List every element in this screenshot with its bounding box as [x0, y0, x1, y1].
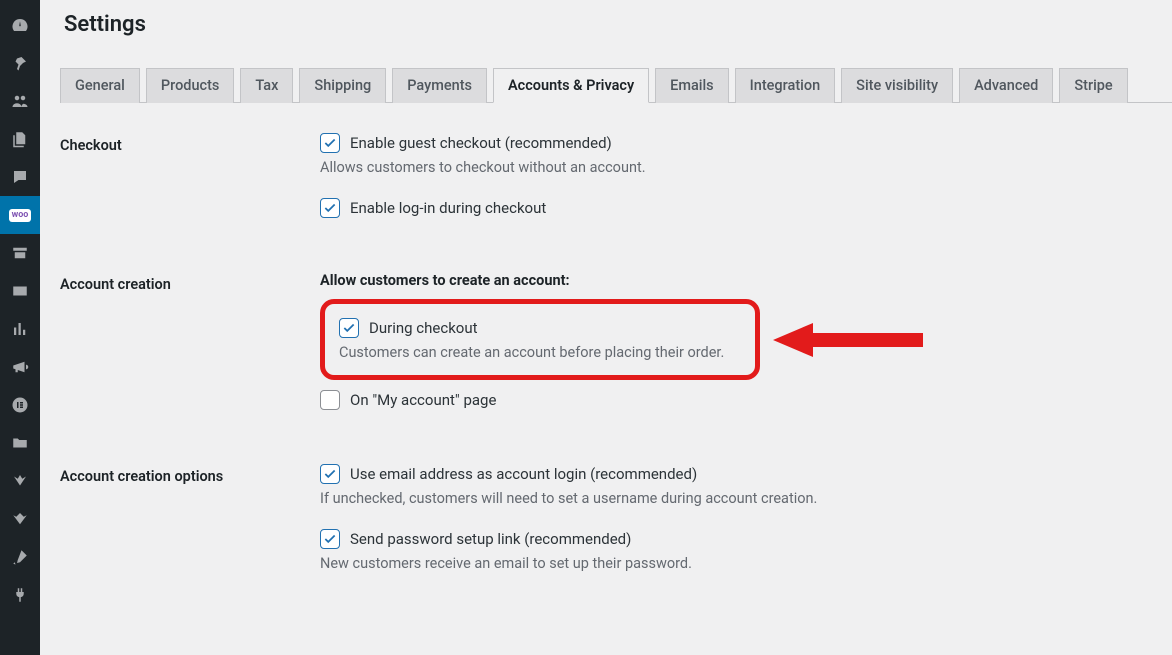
- annotation-arrow-icon: [773, 315, 923, 365]
- during-checkout-label-text: During checkout: [369, 319, 478, 337]
- guest-checkout-desc: Allows customers to checkout without an …: [320, 159, 1172, 176]
- account-creation-heading: Allow customers to create an account:: [320, 272, 1172, 289]
- tab-advanced[interactable]: Advanced: [959, 68, 1053, 103]
- sidebar-item-elementor[interactable]: [0, 386, 40, 424]
- guest-checkout-option[interactable]: Enable guest checkout (recommended): [320, 133, 1172, 153]
- tab-products[interactable]: Products: [146, 68, 235, 103]
- account-creation-label: Account creation: [60, 272, 320, 293]
- login-checkout-option[interactable]: Enable log-in during checkout: [320, 198, 1172, 218]
- tab-payments[interactable]: Payments: [392, 68, 487, 103]
- bars-icon: [11, 320, 29, 338]
- sidebar-item-pin[interactable]: [0, 44, 40, 82]
- sidebar-item-dashboard[interactable]: [0, 6, 40, 44]
- elementor-icon: [11, 396, 29, 414]
- check-icon: [323, 467, 337, 481]
- pin-icon: [11, 54, 29, 72]
- tab-accounts[interactable]: Accounts & Privacy: [493, 68, 649, 103]
- check-icon: [323, 136, 337, 150]
- sidebar-item-theme2[interactable]: [0, 500, 40, 538]
- check-icon: [342, 321, 356, 335]
- password-link-label-text: Send password setup link (recommended): [350, 530, 631, 548]
- email-login-checkbox[interactable]: [320, 464, 340, 484]
- archive-icon: [11, 244, 29, 262]
- wp-theme2-icon: [11, 510, 29, 528]
- sidebar-item-folder[interactable]: [0, 424, 40, 462]
- tab-tax[interactable]: Tax: [240, 68, 293, 103]
- settings-tabs: General Products Tax Shipping Payments A…: [60, 67, 1172, 103]
- during-checkout-desc: Customers can create an account before p…: [339, 344, 737, 361]
- email-login-label-text: Use email address as account login (reco…: [350, 465, 697, 483]
- my-account-label-text: On "My account" page: [350, 391, 496, 409]
- checkout-label: Checkout: [60, 133, 320, 154]
- sidebar-item-appearance[interactable]: [0, 538, 40, 576]
- annotation-highlight: During checkout Customers can create an …: [320, 299, 760, 380]
- tab-integration[interactable]: Integration: [735, 68, 836, 103]
- tab-visibility[interactable]: Site visibility: [841, 68, 953, 103]
- section-checkout: Checkout Enable guest checkout (recommen…: [60, 133, 1172, 224]
- page-title: Settings: [60, 0, 1172, 67]
- sidebar-item-pages[interactable]: [0, 120, 40, 158]
- sidebar-item-comments[interactable]: [0, 158, 40, 196]
- sidebar-item-archive[interactable]: [0, 234, 40, 272]
- sidebar-item-analytics[interactable]: [0, 310, 40, 348]
- email-login-option[interactable]: Use email address as account login (reco…: [320, 464, 1172, 484]
- password-link-option[interactable]: Send password setup link (recommended): [320, 529, 1172, 549]
- during-checkout-option[interactable]: During checkout: [339, 318, 737, 338]
- wp-theme-icon: [11, 472, 29, 490]
- admin-sidebar: woo: [0, 0, 40, 655]
- woocommerce-icon: woo: [9, 209, 32, 222]
- my-account-checkbox[interactable]: [320, 390, 340, 410]
- sidebar-item-woocommerce[interactable]: woo: [0, 196, 40, 234]
- brush-icon: [11, 548, 29, 566]
- login-checkout-checkbox[interactable]: [320, 198, 340, 218]
- sidebar-item-marketing[interactable]: [0, 348, 40, 386]
- during-checkout-checkbox[interactable]: [339, 318, 359, 338]
- email-login-desc: If unchecked, customers will need to set…: [320, 490, 1172, 507]
- login-checkout-label-text: Enable log-in during checkout: [350, 199, 546, 217]
- sidebar-item-theme[interactable]: [0, 462, 40, 500]
- megaphone-icon: [11, 358, 29, 376]
- sidebar-item-tools[interactable]: [0, 576, 40, 614]
- folder-icon: [11, 434, 29, 452]
- section-account-creation: Account creation Allow customers to crea…: [60, 272, 1172, 416]
- tab-emails[interactable]: Emails: [655, 68, 729, 103]
- plug-icon: [11, 586, 29, 604]
- my-account-option[interactable]: On "My account" page: [320, 390, 1172, 410]
- section-account-creation-options: Account creation options Use email addre…: [60, 464, 1172, 594]
- check-icon: [323, 532, 337, 546]
- account-creation-options-label: Account creation options: [60, 464, 320, 485]
- tab-stripe[interactable]: Stripe: [1059, 68, 1127, 103]
- guest-checkout-label-text: Enable guest checkout (recommended): [350, 134, 612, 152]
- password-link-checkbox[interactable]: [320, 529, 340, 549]
- pages-icon: [11, 130, 29, 148]
- gauge-icon: [11, 16, 29, 34]
- password-link-desc: New customers receive an email to set up…: [320, 555, 1172, 572]
- comment-icon: [11, 168, 29, 186]
- tab-general[interactable]: General: [60, 68, 140, 103]
- money-icon: [11, 282, 29, 300]
- tab-shipping[interactable]: Shipping: [299, 68, 386, 103]
- check-icon: [323, 201, 337, 215]
- main-content: Settings General Products Tax Shipping P…: [40, 0, 1172, 655]
- sidebar-item-users[interactable]: [0, 82, 40, 120]
- sidebar-item-payments[interactable]: [0, 272, 40, 310]
- users-icon: [11, 92, 29, 110]
- guest-checkout-checkbox[interactable]: [320, 133, 340, 153]
